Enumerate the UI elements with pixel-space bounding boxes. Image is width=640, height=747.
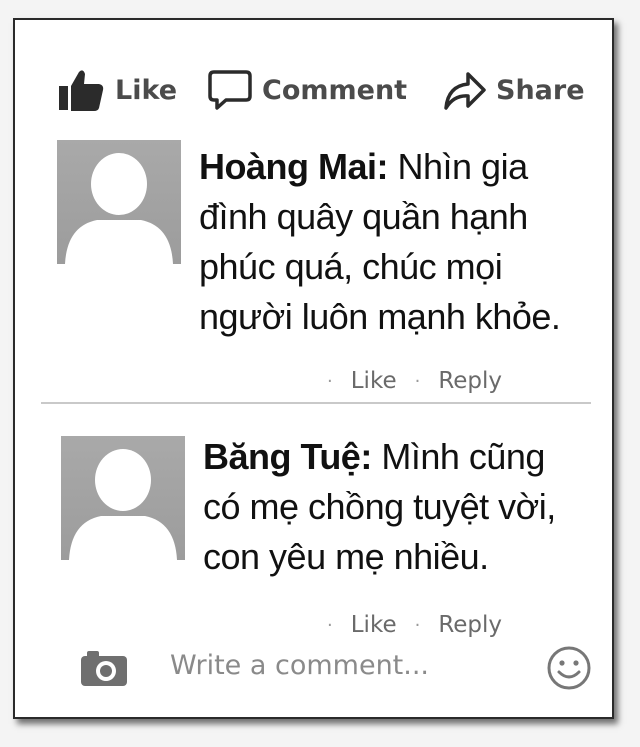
share-label: Share bbox=[496, 74, 585, 106]
comment-text: Băng Tuệ: Mình cũng có mẹ chồng tuyệt vờ… bbox=[203, 432, 598, 582]
comment-label: Comment bbox=[262, 74, 408, 106]
speech-bubble-icon bbox=[208, 68, 252, 112]
comment-text: Hoàng Mai: Nhìn gia đình quây quần hạnh … bbox=[199, 142, 594, 342]
comment-line: con yêu mẹ nhiều. bbox=[203, 536, 489, 577]
comment-action[interactable]: Comment bbox=[208, 68, 407, 112]
comment-reply-link[interactable]: Reply bbox=[438, 612, 502, 638]
separator-dot: · bbox=[414, 370, 421, 392]
user-silhouette-icon bbox=[69, 449, 177, 560]
comment-line: có mẹ chồng tuyệt vời, bbox=[203, 486, 556, 527]
share-action[interactable]: Share bbox=[442, 68, 585, 112]
comment-meta: · Like · Reply bbox=[327, 368, 502, 394]
like-label: Like bbox=[115, 74, 178, 106]
separator-dot: · bbox=[414, 614, 421, 636]
share-arrow-icon bbox=[442, 68, 486, 112]
comment-like-link[interactable]: Like bbox=[351, 368, 397, 394]
comment-like-link[interactable]: Like bbox=[351, 612, 397, 638]
separator-dot: · bbox=[327, 370, 333, 392]
comment-input[interactable]: Write a comment... bbox=[170, 650, 429, 681]
smiley-icon[interactable] bbox=[545, 644, 593, 697]
comment-author[interactable]: Băng Tuệ: bbox=[203, 436, 372, 477]
thumbs-up-icon bbox=[57, 68, 105, 112]
comment-line: Nhìn gia bbox=[388, 146, 529, 187]
avatar[interactable] bbox=[57, 140, 181, 264]
comment-line: phúc quá, chúc mọi bbox=[199, 246, 503, 287]
camera-icon[interactable] bbox=[79, 648, 129, 693]
avatar[interactable] bbox=[61, 436, 185, 560]
comment-card: Like Comment Share Hoàng Mai: Nhìn gia đ… bbox=[13, 18, 614, 719]
comment-composer: Write a comment... bbox=[15, 640, 612, 700]
comment-reply-link[interactable]: Reply bbox=[438, 368, 502, 394]
action-bar: Like Comment Share bbox=[15, 20, 612, 140]
separator-dot: · bbox=[327, 614, 333, 636]
comment-meta: · Like · Reply bbox=[327, 612, 502, 638]
comment-author[interactable]: Hoàng Mai: bbox=[199, 146, 389, 187]
comment-line: đình quây quần hạnh bbox=[199, 196, 528, 237]
divider bbox=[41, 402, 591, 404]
comment-line: Mình cũng bbox=[371, 436, 545, 477]
user-silhouette-icon bbox=[65, 153, 173, 264]
comment-line: người luôn mạnh khỏe. bbox=[199, 296, 561, 337]
like-action[interactable]: Like bbox=[57, 68, 177, 112]
